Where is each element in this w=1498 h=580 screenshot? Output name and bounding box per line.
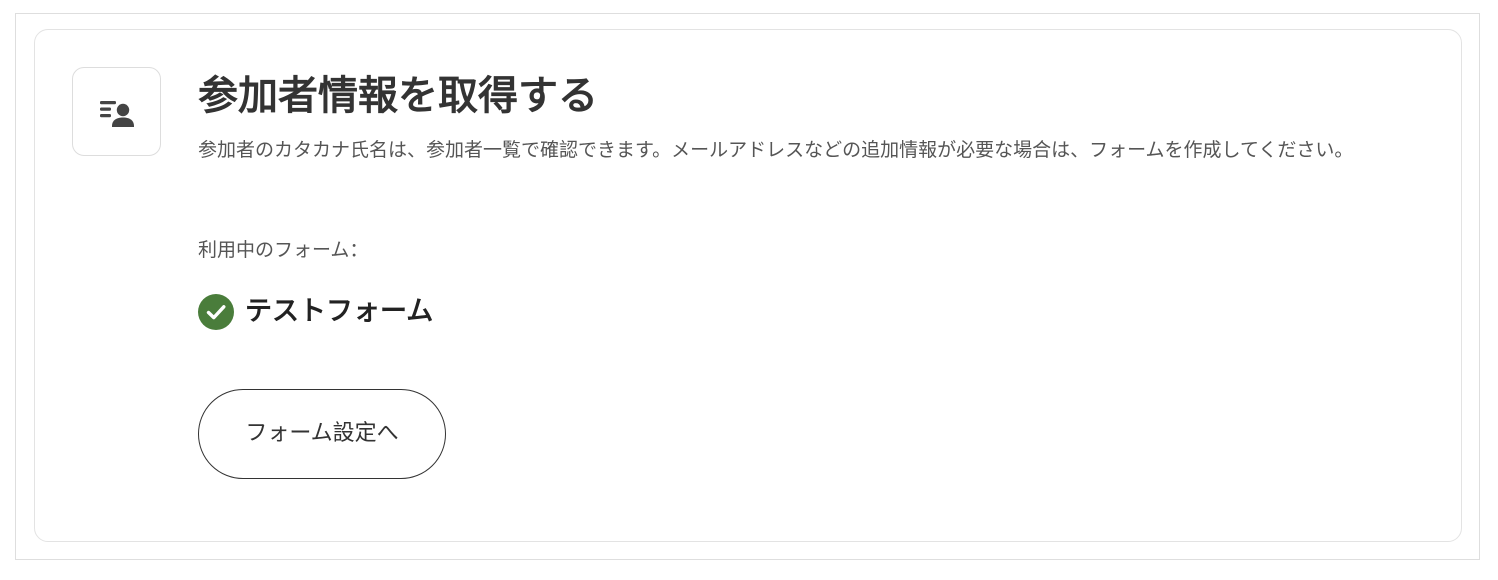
participant-list-icon: [99, 100, 134, 127]
current-form-name: テストフォーム: [245, 296, 434, 327]
check-circle-icon: [198, 294, 234, 330]
participant-list-icon-box: [72, 67, 161, 156]
current-form-status: テストフォーム: [198, 293, 433, 331]
current-form-label: 利用中のフォーム：: [198, 239, 369, 261]
form-settings-button-label: フォーム設定へ: [245, 421, 399, 446]
section-description: 参加者のカタカナ氏名は、参加者一覧で確認できます。メールアドレスなどの追加情報が…: [198, 139, 1354, 161]
form-settings-button[interactable]: フォーム設定へ: [198, 389, 446, 479]
section-title: 参加者情報を取得する: [198, 73, 598, 119]
